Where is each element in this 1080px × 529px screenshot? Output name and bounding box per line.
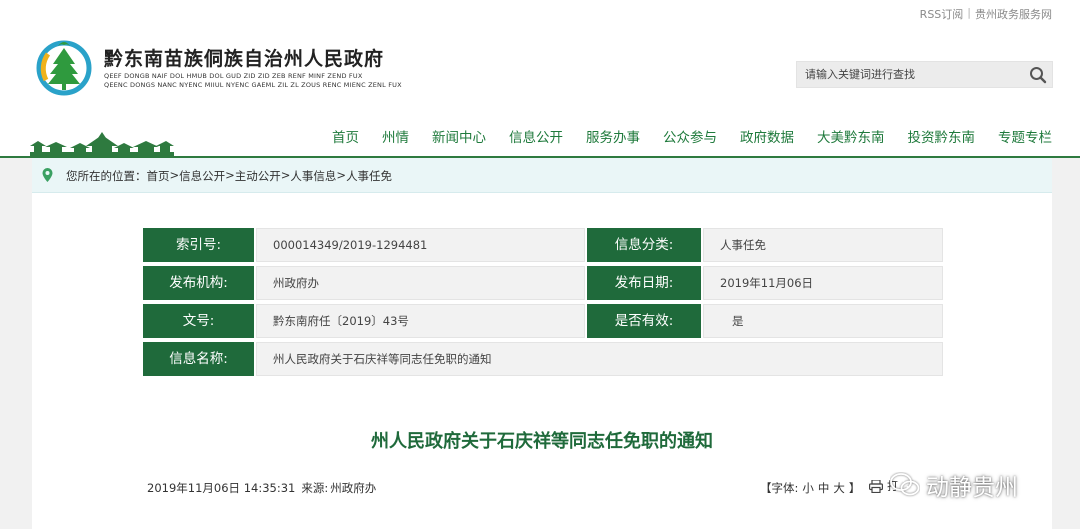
gov-service-link[interactable]: 贵州政务服务网: [975, 6, 1052, 22]
site-subtitle-line1: QEEF DONGB NAIF DOL HMUB DOL GUD ZID ZID…: [104, 72, 363, 80]
date-label: 发布日期:: [587, 266, 701, 300]
breadcrumb-item-disclosure[interactable]: 信息公开: [179, 168, 225, 184]
info-row: 发布机构: 州政府办 发布日期: 2019年11月06日: [143, 266, 943, 300]
valid-label: 是否有效:: [587, 304, 701, 338]
pavilion-decoration-icon: [30, 132, 174, 158]
topbar: RSS订阅 | 贵州政务服务网: [920, 6, 1052, 22]
breadcrumb-item-active[interactable]: 主动公开: [235, 168, 281, 184]
name-value: 州人民政府关于石庆祥等同志任免职的通知: [256, 342, 943, 376]
breadcrumb-separator: >: [169, 168, 180, 182]
nav-item-prefecture[interactable]: 州情: [371, 126, 421, 150]
org-label: 发布机构:: [143, 266, 254, 300]
font-size-control: 【字体: 小 中 大 】: [760, 480, 860, 496]
font-size-medium-button[interactable]: 中: [818, 480, 830, 496]
nav-item-participation[interactable]: 公众参与: [652, 126, 729, 150]
breadcrumb-item-personnel[interactable]: 人事信息: [290, 168, 336, 184]
info-row: 信息名称: 州人民政府关于石庆祥等同志任免职的通知: [143, 342, 943, 376]
source-label: 来源:: [301, 481, 329, 495]
printer-icon: [869, 479, 883, 493]
nav-item-scenery[interactable]: 大美黔东南: [806, 126, 897, 150]
index-value: 000014349/2019-1294481: [256, 228, 585, 262]
valid-value: 是: [703, 304, 943, 338]
nav-item-topics[interactable]: 专题专栏: [987, 126, 1052, 150]
rss-link[interactable]: RSS订阅: [920, 6, 964, 22]
font-size-label: 【字体:: [760, 481, 799, 495]
government-logo-icon[interactable]: [36, 36, 92, 96]
breadcrumb-separator: >: [336, 168, 347, 182]
document-meta: 2019年11月06日 14:35:31 来源: 州政府办: [147, 480, 376, 496]
breadcrumb-separator: >: [225, 168, 235, 182]
wechat-icon: [890, 473, 920, 496]
breadcrumb-item-home[interactable]: 首页: [147, 168, 170, 184]
main-nav: 首页 州情 新闻中心 信息公开 服务办事 公众参与 政府数据 大美黔东南 投资黔…: [321, 126, 1052, 150]
watermark-text: 动静贵州: [926, 475, 1018, 501]
docno-label: 文号:: [143, 304, 254, 338]
site-title: 黔东南苗族侗族自治州人民政府: [104, 48, 385, 70]
font-size-large-button[interactable]: 大: [833, 480, 845, 496]
nav-item-news[interactable]: 新闻中心: [421, 126, 498, 150]
name-label: 信息名称:: [143, 342, 254, 376]
nav-item-investment[interactable]: 投资黔东南: [896, 126, 987, 150]
search-icon[interactable]: [1028, 65, 1048, 85]
font-size-small-button[interactable]: 小: [802, 480, 814, 496]
location-pin-icon: [42, 168, 53, 182]
search-box: [796, 61, 1053, 88]
font-size-close: 】: [848, 481, 861, 495]
nav-item-home[interactable]: 首页: [321, 126, 371, 150]
nav-item-services[interactable]: 服务办事: [575, 126, 652, 150]
breadcrumb-separator: >: [280, 168, 291, 182]
date-value: 2019年11月06日: [703, 266, 943, 300]
publish-datetime: 2019年11月06日 14:35:31: [147, 481, 296, 495]
nav-item-disclosure[interactable]: 信息公开: [498, 126, 575, 150]
topbar-separator: |: [967, 6, 971, 19]
docno-value: 黔东南府任〔2019〕43号: [256, 304, 585, 338]
site-header: RSS订阅 | 贵州政务服务网 黔东南苗族侗族自治州人民政府 QEEF DONG…: [0, 0, 1080, 158]
site-subtitle-line2: QEENC DONGS NANC NYENC MIIUL NYENC GAEML…: [104, 81, 402, 89]
wechat-watermark: 动静贵州: [890, 468, 1018, 502]
breadcrumb-item-appointments[interactable]: 人事任免: [346, 168, 392, 184]
document-title: 州人民政府关于石庆祥等同志任免职的通知: [371, 431, 713, 452]
source-value: 州政府办: [330, 481, 377, 495]
category-value: 人事任免: [703, 228, 943, 262]
breadcrumb-trail: 您所在的位置： 首页 > 信息公开 > 主动公开 > 人事信息 > 人事任免: [66, 168, 392, 184]
org-value: 州政府办: [256, 266, 585, 300]
category-label: 信息分类:: [587, 228, 701, 262]
info-row: 文号: 黔东南府任〔2019〕43号 是否有效: 是: [143, 304, 943, 338]
search-input[interactable]: [805, 62, 1020, 87]
breadcrumb-prefix: 您所在的位置：: [66, 169, 147, 183]
nav-item-gov-data[interactable]: 政府数据: [729, 126, 806, 150]
info-row: 索引号: 000014349/2019-1294481 信息分类: 人事任免: [143, 228, 943, 262]
breadcrumb: 您所在的位置： 首页 > 信息公开 > 主动公开 > 人事信息 > 人事任免: [32, 158, 1052, 193]
index-label: 索引号:: [143, 228, 254, 262]
